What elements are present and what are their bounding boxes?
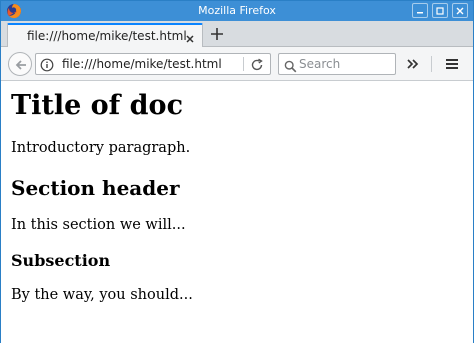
page-content: Title of doc Introductory paragraph. Sec… [1,82,473,343]
section-header: Section header [11,176,180,200]
reload-icon[interactable] [250,57,264,71]
url-separator [243,57,244,71]
overflow-chevron-icon[interactable] [405,56,421,72]
url-bar[interactable]: file:///home/mike/test.html [35,53,271,75]
page-title: Title of doc [11,90,184,121]
minimize-button[interactable] [412,3,428,18]
maximize-button[interactable] [432,3,448,18]
tab-close-icon[interactable] [184,30,196,43]
info-icon[interactable] [40,57,54,72]
back-button[interactable] [8,52,32,76]
navigation-toolbar: file:///home/mike/test.html [1,47,473,81]
search-input[interactable] [299,56,391,72]
toolbar-separator [431,56,432,72]
tab-strip: file:///home/mike/test.html [1,21,473,48]
browser-window: Mozilla Firefox file:///home/mike/test.h… [0,0,474,343]
tab-active[interactable]: file:///home/mike/test.html [7,23,203,48]
hamburger-menu-icon[interactable] [444,56,460,72]
title-bar: Mozilla Firefox [1,1,473,21]
subsection-paragraph: By the way, you should... [11,287,193,303]
section-paragraph: In this section we will... [11,217,186,233]
window-title: Mozilla Firefox [198,4,276,17]
close-window-button[interactable] [452,3,468,18]
search-icon [284,58,297,73]
search-bar[interactable] [278,53,396,75]
intro-paragraph: Introductory paragraph. [11,140,191,156]
new-tab-icon[interactable] [209,26,225,42]
url-text[interactable]: file:///home/mike/test.html [62,57,222,71]
tab-title: file:///home/mike/test.html [27,29,187,43]
subsection-header: Subsection [11,251,111,270]
